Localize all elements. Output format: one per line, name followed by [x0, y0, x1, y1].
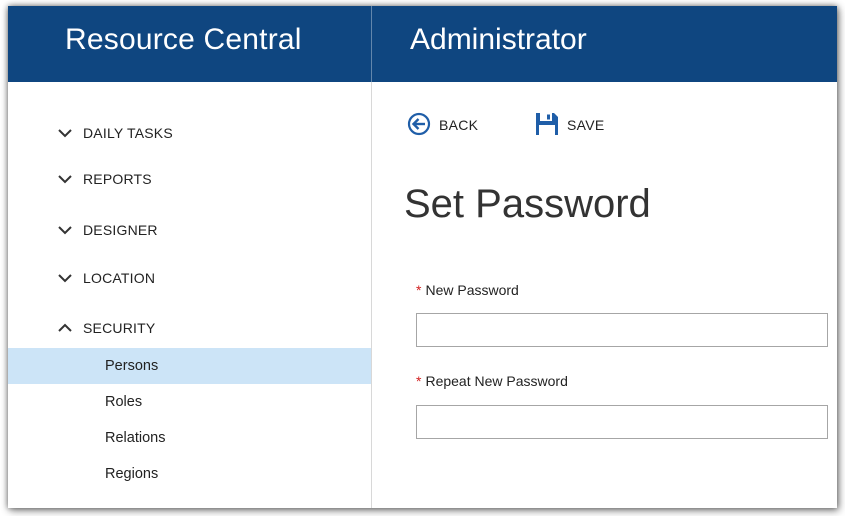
- chevron-down-icon: [58, 274, 72, 283]
- sidebar-item-label: Roles: [105, 394, 143, 410]
- repeat-password-label-text: Repeat New Password: [425, 373, 568, 389]
- chevron-down-icon: [58, 175, 72, 184]
- floppy-disk-icon: [536, 113, 558, 135]
- sidebar-group-label: SECURITY: [83, 320, 156, 336]
- sidebar-item-label: Relations: [105, 430, 166, 446]
- sidebar-group-daily-tasks[interactable]: DAILY TASKS: [8, 118, 371, 148]
- required-marker: *: [416, 373, 422, 389]
- back-button-label: BACK: [439, 117, 479, 133]
- sidebar-item-relations[interactable]: Relations: [8, 420, 371, 456]
- sidebar-item-persons[interactable]: Persons: [8, 348, 371, 384]
- sidebar-group-designer[interactable]: DESIGNER: [8, 215, 371, 245]
- new-password-input[interactable]: [416, 313, 828, 347]
- sidebar-group-label: DAILY TASKS: [83, 125, 173, 141]
- sidebar-group-security[interactable]: SECURITY: [8, 313, 371, 343]
- sidebar-group-label: REPORTS: [83, 171, 152, 187]
- back-arrow-icon: [407, 112, 431, 136]
- page-title: Set Password: [404, 182, 651, 226]
- sidebar-item-regions[interactable]: Regions: [8, 456, 371, 492]
- sidebar: DAILY TASKS REPORTS DESIGNER LOCATION SE…: [8, 82, 372, 508]
- new-password-label-text: New Password: [425, 282, 519, 298]
- sidebar-item-label: Persons: [105, 358, 159, 374]
- sidebar-item-label: Regions: [105, 466, 159, 482]
- app-title[interactable]: Resource Central: [65, 23, 302, 57]
- main-content: BACK SAVE Set Password * New Password * Re…: [372, 82, 837, 508]
- sidebar-group-label: DESIGNER: [83, 222, 158, 238]
- repeat-password-input[interactable]: [416, 405, 828, 439]
- sidebar-group-label: LOCATION: [83, 270, 156, 286]
- save-button[interactable]: SAVE: [535, 110, 615, 138]
- repeat-password-label: * Repeat New Password: [416, 373, 568, 389]
- app-window: Resource Central Administrator DAILY TAS…: [8, 6, 837, 508]
- sidebar-group-location[interactable]: LOCATION: [8, 263, 371, 293]
- section-title: Administrator: [410, 23, 587, 56]
- sidebar-item-roles[interactable]: Roles: [8, 384, 371, 420]
- required-marker: *: [416, 282, 422, 298]
- app-header: Resource Central Administrator: [8, 6, 837, 82]
- back-button[interactable]: BACK: [407, 110, 499, 138]
- chevron-down-icon: [58, 129, 72, 138]
- chevron-down-icon: [58, 226, 72, 235]
- sidebar-group-reports[interactable]: REPORTS: [8, 164, 371, 194]
- chevron-up-icon: [58, 323, 72, 332]
- new-password-label: * New Password: [416, 282, 519, 298]
- save-button-label: SAVE: [567, 117, 605, 133]
- header-divider: [371, 6, 372, 82]
